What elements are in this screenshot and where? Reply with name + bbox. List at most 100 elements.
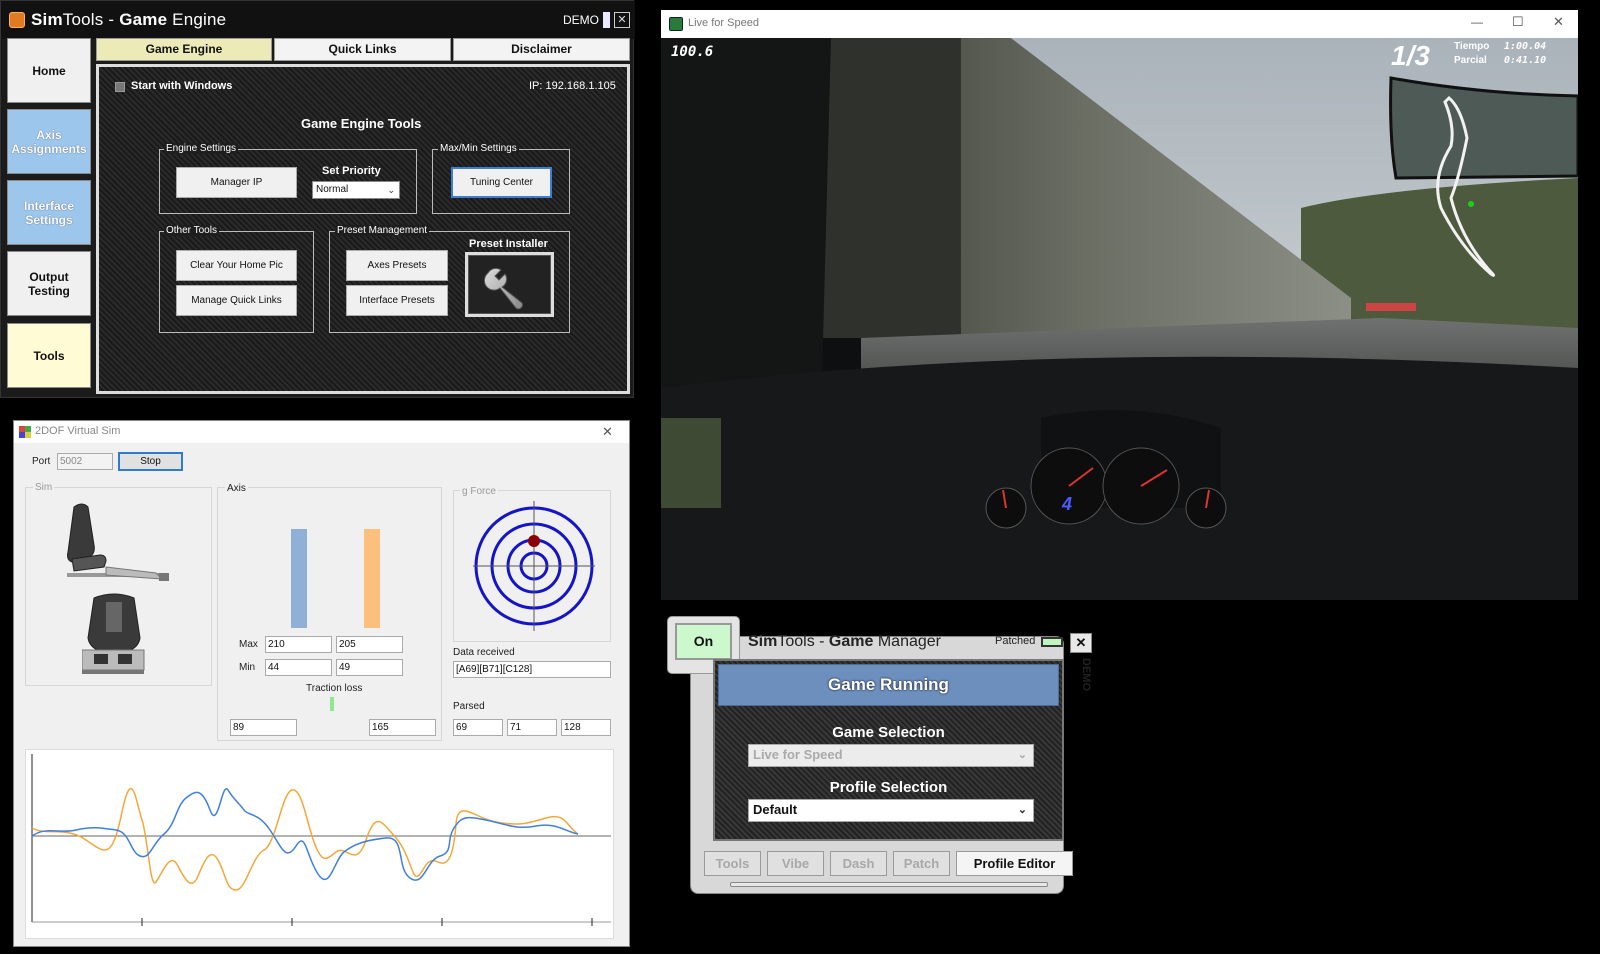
close-button[interactable]: ✕ (614, 12, 630, 28)
game-viewport[interactable]: 100.6 1/3 Tiempo 1:00.04 Parcial 0:41.10… (661, 38, 1578, 600)
nav-home[interactable]: Home (7, 38, 91, 103)
profile-selection-label: Profile Selection (829, 779, 948, 796)
other-tools-group (159, 231, 314, 333)
tab-quick-links[interactable]: Quick Links (274, 38, 451, 61)
demo-label: DEMO (563, 13, 599, 27)
axis-1-max-field[interactable]: 210 (265, 636, 332, 653)
tab-vibe[interactable]: Vibe (767, 851, 824, 876)
virtual-sim-titlebar: 2DOF Virtual Sim ✕ (14, 421, 629, 443)
ip-address: IP: 192.168.1.105 (529, 80, 616, 92)
axis-2-max-field[interactable]: 205 (336, 636, 403, 653)
axis-label: Axis (225, 483, 248, 494)
stop-button[interactable]: Stop (118, 452, 183, 471)
clear-home-pic-button[interactable]: Clear Your Home Pic (176, 250, 297, 281)
data-received-field[interactable]: [A69][B71][C128] (453, 661, 611, 678)
manage-quick-links-button[interactable]: Manage Quick Links (176, 285, 297, 316)
priority-select[interactable]: Normal ⌄ (312, 181, 400, 199)
nav-tools[interactable]: Tools (7, 323, 91, 388)
parsed-field-b[interactable]: 71 (507, 719, 557, 736)
chevron-down-icon: ⌄ (1017, 804, 1027, 816)
axis-1-min-field[interactable]: 44 (265, 659, 332, 676)
tools-heading: Game Engine Tools (301, 116, 422, 131)
telemetry-chart (25, 749, 614, 939)
minimize-button[interactable]: — (1471, 15, 1483, 29)
lfs-titlebar: Live for Speed — ☐ ✕ (661, 10, 1578, 38)
nav-output-testing[interactable]: Output Testing (7, 251, 91, 316)
axis-1-bar (291, 529, 307, 628)
profile-selection-select[interactable]: Default ⌄ (748, 799, 1034, 822)
tab-game-engine[interactable]: Game Engine (96, 38, 272, 61)
maximize-button[interactable]: ☐ (1512, 14, 1524, 30)
parsed-field-c[interactable]: 128 (561, 719, 611, 736)
chevron-down-icon: ⌄ (387, 185, 395, 195)
close-button[interactable]: ✕ (1070, 633, 1092, 653)
live-for-speed-window: Live for Speed — ☐ ✕ 100.6 1/3 Tiempo 1:… (661, 10, 1578, 600)
patched-label: Patched (995, 635, 1036, 647)
tab-tools[interactable]: Tools (704, 851, 761, 876)
data-received-label: Data received (453, 647, 515, 658)
game-selection-select[interactable]: Live for Speed ⌄ (748, 744, 1034, 767)
maxmin-settings-label: Max/Min Settings (438, 143, 519, 154)
series-blue-line (31, 787, 579, 881)
axis-1-value-field[interactable]: 89 (230, 719, 297, 736)
axis-2-value-field[interactable]: 165 (369, 719, 436, 736)
set-priority-label: Set Priority (322, 165, 381, 177)
axis-2-bar (364, 529, 380, 628)
manager-ip-button[interactable]: Manager IP (176, 167, 297, 198)
port-label: Port (32, 456, 51, 467)
preset-installer-label: Preset Installer (469, 238, 548, 250)
hud-time-value: 1:00.04 (1504, 41, 1547, 52)
wrench-icon (483, 267, 523, 310)
lfs-app-icon (669, 17, 683, 31)
game-engine-title: SimTools - Game Engine (31, 10, 227, 29)
tab-profile-editor[interactable]: Profile Editor (956, 851, 1073, 876)
virtual-sim-title: 2DOF Virtual Sim (35, 425, 121, 437)
track-position-marker (1468, 201, 1474, 207)
gforce-target (473, 501, 595, 631)
game-status-banner: Game Running (718, 664, 1059, 706)
gforce-label: g Force (460, 486, 498, 497)
game-manager-title: SimTools - Game Manager (748, 633, 941, 650)
close-button[interactable]: ✕ (602, 424, 613, 440)
preset-management-label: Preset Management (335, 225, 430, 236)
gforce-dot (528, 535, 540, 547)
tab-dash[interactable]: Dash (830, 851, 887, 876)
game-engine-titlebar: SimTools - Game Engine DEMO ✕ (1, 1, 635, 39)
game-scene (661, 38, 1578, 600)
virtual-sim-window: 2DOF Virtual Sim ✕ Port 5002 Stop Sim Ax… (13, 420, 630, 947)
nav-interface-settings[interactable]: Interface Settings (7, 180, 91, 245)
preset-installer-button[interactable] (465, 252, 554, 317)
hud-lap: 1/3 (1391, 40, 1430, 71)
traction-loss-indicator (330, 697, 334, 711)
start-with-windows-checkbox[interactable] (115, 82, 125, 92)
max-label: Max (239, 639, 258, 650)
simtools-logo-icon (9, 12, 25, 28)
game-selection-label: Game Selection (832, 724, 945, 741)
trackside-banner (1366, 303, 1416, 311)
tab-disclaimer[interactable]: Disclaimer (453, 38, 630, 61)
game-engine-window: SimTools - Game Engine DEMO ✕ Home Axis … (0, 0, 635, 398)
game-selection-value: Live for Speed (753, 747, 843, 762)
engine-settings-label: Engine Settings (164, 143, 239, 154)
nav-axis-assignments[interactable]: Axis Assignments (7, 109, 91, 174)
traction-loss-label: Traction loss (306, 683, 363, 694)
seat-front-view-icon (82, 593, 145, 674)
minimize-button[interactable] (603, 12, 610, 28)
parsed-field-a[interactable]: 69 (453, 719, 503, 736)
parsed-label: Parsed (453, 701, 485, 712)
lfs-title: Live for Speed (688, 17, 759, 29)
close-button[interactable]: ✕ (1553, 14, 1564, 30)
app-icon (19, 426, 31, 438)
other-tools-label: Other Tools (164, 225, 219, 236)
on-button[interactable]: On (675, 623, 732, 660)
interface-presets-button[interactable]: Interface Presets (346, 285, 448, 316)
tab-patch[interactable]: Patch (893, 851, 950, 876)
start-with-windows-label: Start with Windows (131, 80, 233, 92)
axes-presets-button[interactable]: Axes Presets (346, 250, 448, 281)
sim-label: Sim (33, 482, 55, 493)
port-input[interactable]: 5002 (57, 453, 113, 470)
hud-time-label: Tiempo (1454, 41, 1490, 52)
patched-indicator (1041, 637, 1063, 647)
axis-2-min-field[interactable]: 49 (336, 659, 403, 676)
tuning-center-button[interactable]: Tuning Center (451, 167, 552, 198)
